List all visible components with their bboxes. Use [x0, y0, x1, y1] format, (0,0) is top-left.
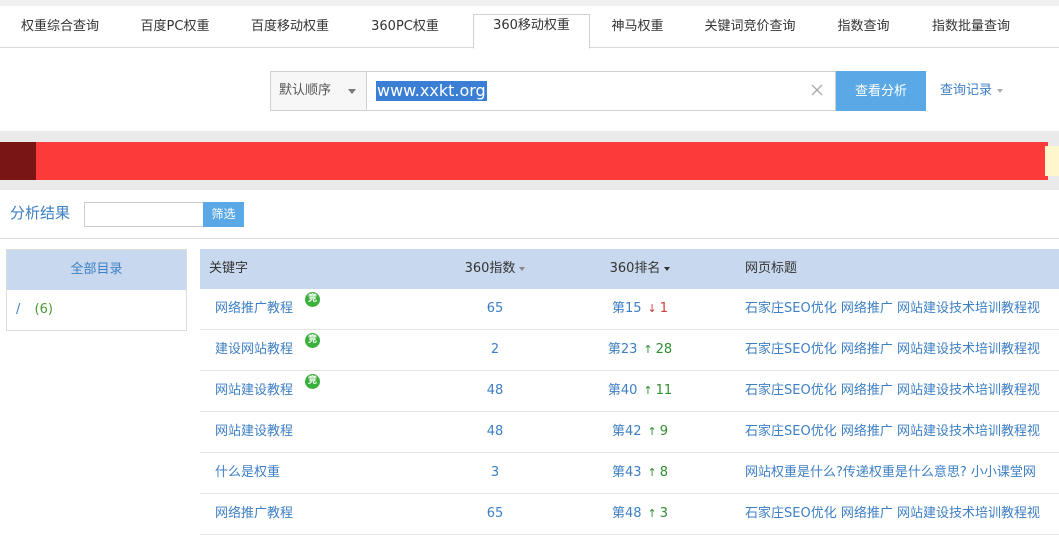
domain-search-input[interactable]: www.xxkt.org — [366, 71, 836, 111]
ad-banner-fragment — [1045, 146, 1059, 176]
rank-change: 11 — [655, 383, 673, 398]
col-keyword: 关键字 — [209, 261, 249, 276]
table-body: 网络推广教程竞 65 第15 ↓ 1 石家庄SEO优化 网络推广 网站建设技术培训教程视建… — [200, 289, 1059, 535]
arrow-up-icon: ↑ — [647, 507, 657, 520]
close-icon[interactable] — [809, 82, 825, 98]
rank-value[interactable]: 第43 ↑ 8 — [580, 453, 700, 493]
rank-value[interactable]: 第42 ↑ 9 — [580, 412, 700, 452]
index-value[interactable]: 48 — [440, 412, 550, 452]
bid-badge-icon: 竞 — [305, 292, 320, 307]
keyword-table: 关键字 360指数 360排名 网页标题 网络推广教程竞 65 第15 ↓ 1 石家庄SE… — [200, 249, 1059, 535]
rank-value[interactable]: 第40 ↑ 11 — [580, 371, 700, 411]
table-header: 关键字 360指数 360排名 网页标题 — [200, 249, 1059, 289]
tab-shenma[interactable]: 神马权重 — [590, 6, 685, 48]
arrow-up-icon: ↑ — [647, 425, 657, 438]
tab-keyword-bid[interactable]: 关键词竞价查询 — [685, 6, 815, 48]
arrow-down-icon: ↓ — [647, 302, 657, 315]
arrow-up-icon: ↑ — [643, 343, 653, 356]
table-row: 什么是权重 3 第43 ↑ 8 网站权重是什么?传递权重是什么意思? 小小课堂网 — [200, 453, 1059, 494]
arrow-up-icon: ↑ — [643, 384, 653, 397]
page-title-link[interactable]: 网站权重是什么?传递权重是什么意思? 小小课堂网 — [745, 453, 1036, 493]
rank-change: 28 — [655, 342, 673, 357]
rank-value[interactable]: 第15 ↓ 1 — [580, 289, 700, 329]
sort-icon — [519, 266, 526, 271]
rank-value[interactable]: 第48 ↑ 3 — [580, 494, 700, 534]
rank-value[interactable]: 第23 ↑ 28 — [580, 330, 700, 370]
directory-count: (6) — [34, 302, 53, 317]
table-row: 建设网站教程竞 2 第23 ↑ 28 石家庄SEO优化 网络推广 网站建设技术培训教程视 — [200, 330, 1059, 371]
index-value[interactable]: 3 — [440, 453, 550, 493]
arrow-up-icon: ↑ — [647, 466, 657, 479]
rank-change: 3 — [659, 506, 669, 521]
search-query-value: www.xxkt.org — [376, 81, 487, 101]
page-title-link[interactable]: 石家庄SEO优化 网络推广 网站建设技术培训教程视 — [745, 289, 1040, 329]
keyword-link[interactable]: 网站建设教程 — [215, 412, 293, 452]
directory-all[interactable]: 全部目录 — [7, 250, 186, 290]
page-title-link[interactable]: 石家庄SEO优化 网络推广 网站建设技术培训教程视 — [745, 330, 1040, 370]
keyword-link[interactable]: 建设网站教程竞 — [215, 330, 320, 370]
sort-icon — [664, 266, 671, 271]
col-360-rank[interactable]: 360排名 — [580, 249, 700, 289]
chevron-down-icon — [348, 89, 356, 94]
page-title-link[interactable]: 石家庄SEO优化 网络推广 网站建设技术培训教程视 — [745, 412, 1040, 452]
keyword-link[interactable]: 什么是权重 — [215, 453, 280, 493]
tab-index-query[interactable]: 指数查询 — [815, 6, 912, 48]
bid-badge-icon: 竞 — [305, 333, 320, 348]
tab-360-pc[interactable]: 360PC权重 — [350, 6, 460, 48]
index-value[interactable]: 65 — [440, 494, 550, 534]
analyze-button[interactable]: 查看分析 — [836, 71, 926, 111]
tab-baidu-mobile[interactable]: 百度移动权重 — [230, 6, 350, 48]
keyword-link[interactable]: 网站建设教程竞 — [215, 371, 320, 411]
bid-badge-icon: 竞 — [305, 374, 320, 389]
search-bar: 默认顺序 www.xxkt.org 查看分析 查询记录 — [0, 49, 1059, 131]
directory-path: / — [16, 302, 21, 317]
sort-order-select[interactable]: 默认顺序 — [270, 71, 366, 111]
result-title: 分析结果 — [10, 204, 71, 222]
rank-change: 1 — [659, 301, 669, 316]
chevron-down-icon — [997, 88, 1004, 93]
index-value[interactable]: 48 — [440, 371, 550, 411]
sort-order-label: 默认顺序 — [279, 83, 332, 98]
filter-bar: 分析结果 筛选 — [0, 190, 1059, 239]
table-row: 网络推广教程竞 65 第15 ↓ 1 石家庄SEO优化 网络推广 网站建设技术培训教程视 — [200, 289, 1059, 330]
ad-banner-redaction — [0, 142, 1048, 180]
tab-weight-overview[interactable]: 权重综合查询 — [0, 6, 120, 48]
ad-banner-image — [0, 142, 36, 180]
tab-bar: 权重综合查询 百度PC权重 百度移动权重 360PC权重 360移动权重 神马权… — [0, 6, 1059, 49]
directory-sidebar: 全部目录 / (6) — [6, 249, 187, 331]
page-title-link[interactable]: 石家庄SEO优化 网络推广 网站建设技术培训教程视 — [745, 371, 1040, 411]
query-history-label: 查询记录 — [940, 83, 993, 98]
table-row: 网站建设教程 48 第42 ↑ 9 石家庄SEO优化 网络推广 网站建设技术培训教程视 — [200, 412, 1059, 453]
directory-item-root[interactable]: / (6) — [7, 290, 186, 330]
page-title-link[interactable]: 石家庄SEO优化 网络推广 网站建设技术培训教程视 — [745, 494, 1040, 534]
rank-change: 8 — [659, 465, 669, 480]
keyword-link[interactable]: 网络推广教程 — [215, 494, 293, 534]
filter-button[interactable]: 筛选 — [203, 202, 244, 227]
query-history-link[interactable]: 查询记录 — [940, 71, 1004, 111]
table-row: 网站建设教程竞 48 第40 ↑ 11 石家庄SEO优化 网络推广 网站建设技术培训教程视 — [200, 371, 1059, 412]
tab-360-mobile[interactable]: 360移动权重 — [473, 14, 590, 49]
tab-baidu-pc[interactable]: 百度PC权重 — [120, 6, 230, 48]
index-value[interactable]: 2 — [440, 330, 550, 370]
tab-index-batch[interactable]: 指数批量查询 — [912, 6, 1030, 48]
col-360-index[interactable]: 360指数 — [440, 249, 550, 289]
filter-input[interactable] — [84, 202, 204, 227]
index-value[interactable]: 65 — [440, 289, 550, 329]
table-row: 网络推广教程 65 第48 ↑ 3 石家庄SEO优化 网络推广 网站建设技术培训教程视 — [200, 494, 1059, 535]
col-page-title: 网页标题 — [745, 261, 798, 276]
keyword-link[interactable]: 网络推广教程竞 — [215, 289, 320, 329]
rank-change: 9 — [659, 424, 669, 439]
